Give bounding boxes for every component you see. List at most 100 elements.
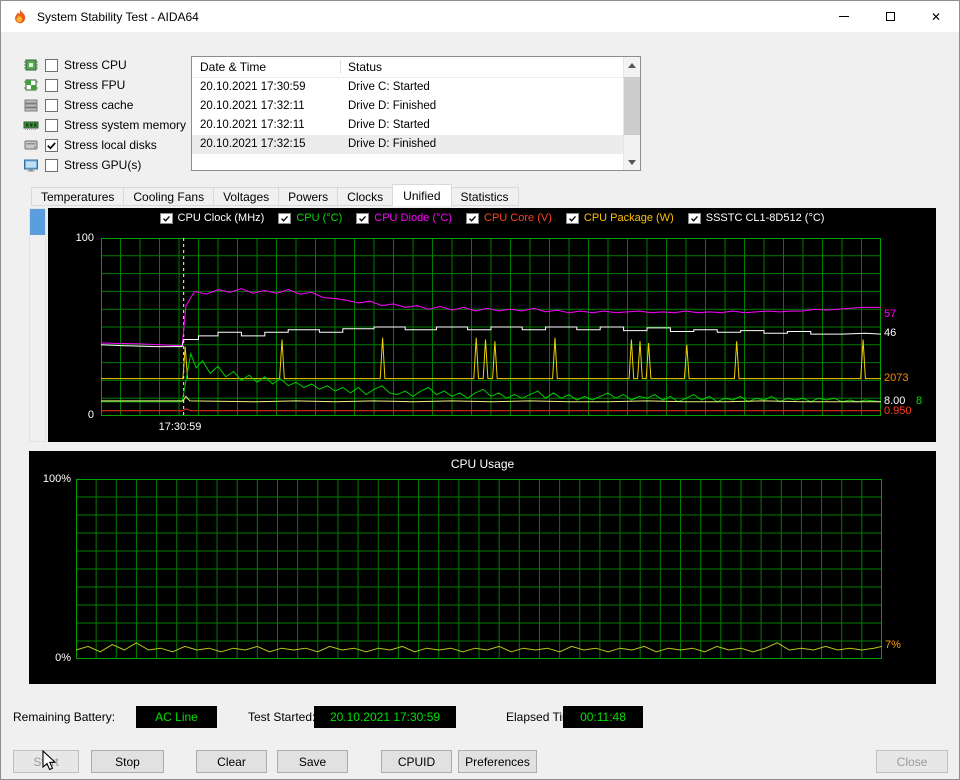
maximize-button[interactable] [867, 1, 913, 32]
log-status: Drive D: Started [348, 119, 430, 131]
tab-unified[interactable]: Unified [392, 184, 452, 206]
save-button[interactable]: Save [277, 750, 348, 773]
cpu-usage-panel: CPU Usage 100% 0% 7% [29, 451, 936, 684]
log-row[interactable]: 20.10.2021 17:30:59 Drive C: Started [192, 78, 623, 97]
legend-label: CPU Clock (MHz) [177, 212, 265, 224]
legend-item-cpu-clock-mhz: CPU Clock (MHz) [159, 212, 265, 224]
battery-label: Remaining Battery: [13, 710, 116, 724]
triangle-down-icon [628, 159, 636, 165]
tab-powers[interactable]: Powers [278, 187, 339, 206]
stress-option-label: Stress cache [64, 98, 134, 112]
bottom-button-row: Start Stop Clear Save CPUID Preferences Close [1, 750, 960, 773]
log-datetime: 20.10.2021 17:32:11 [200, 119, 305, 131]
usage-y-max-label: 100% [42, 473, 71, 485]
log-datetime: 20.10.2021 17:32:11 [200, 100, 305, 112]
preferences-button[interactable]: Preferences [458, 750, 537, 773]
clear-button[interactable]: Clear [196, 750, 267, 773]
log-row[interactable]: 20.10.2021 17:32:15 Drive D: Finished [192, 135, 623, 154]
log-row[interactable]: 20.10.2021 17:32:11 Drive D: Finished [192, 97, 623, 116]
tab-cooling-fans[interactable]: Cooling Fans [123, 187, 215, 206]
legend-checkbox[interactable] [278, 212, 292, 224]
window-controls: ✕ [821, 1, 959, 32]
log-datetime: 20.10.2021 17:32:15 [200, 138, 306, 150]
log-column-status[interactable]: Status [348, 60, 382, 74]
y-axis-min-label: 0 [87, 409, 94, 421]
unified-chart-plot [101, 238, 881, 416]
cpu-usage-plot [76, 479, 882, 659]
scroll-up-button[interactable] [624, 57, 640, 73]
memory-icon [23, 117, 39, 133]
legend-label: CPU Core (V) [484, 212, 552, 224]
stop-button[interactable]: Stop [91, 750, 164, 773]
legend-item-cpu-diode-c: CPU Diode (°C) [356, 212, 452, 224]
stress-option-label: Stress GPU(s) [64, 158, 142, 172]
test-started-label: Test Started: [248, 710, 316, 724]
x-axis-start-label: 17:30:59 [158, 421, 202, 433]
log-datetime: 20.10.2021 17:30:59 [200, 81, 306, 93]
log-rows: 20.10.2021 17:30:59 Drive C: Started 20.10… [192, 78, 623, 154]
tab-strip: Temperatures Cooling Fans Voltages Powers Cl… [31, 184, 519, 206]
series-value-label: 7% [885, 639, 901, 652]
cpuid-button[interactable]: CPUID [381, 750, 452, 773]
legend-item-ssstc-cl1-8d512-c: SSSTC CL1-8D512 (°C) [687, 212, 824, 224]
log-scrollbar-thumb[interactable] [624, 77, 640, 135]
tab-temperatures[interactable]: Temperatures [31, 187, 125, 206]
battery-value: AC Line [136, 706, 217, 728]
cpu-icon [23, 57, 39, 73]
tab-statistics[interactable]: Statistics [450, 187, 519, 206]
stress-option-stress-system-memory: Stress system memory [23, 115, 186, 135]
chart-scrollbar-thumb[interactable] [30, 209, 45, 235]
log-status: Drive D: Finished [348, 100, 437, 112]
tab-clocks[interactable]: Clocks [337, 187, 394, 206]
flame-icon [11, 8, 29, 26]
legend-checkbox[interactable] [565, 212, 579, 224]
log-status: Drive D: Finished [348, 138, 437, 150]
elapsed-time-value: 00:11:48 [563, 706, 643, 728]
log-table-header: Date & Time Status [192, 57, 640, 78]
legend-checkbox[interactable] [356, 212, 370, 224]
log-row[interactable]: 20.10.2021 17:32:11 Drive D: Started [192, 116, 623, 135]
stress-gpu-s-checkbox[interactable] [45, 158, 58, 172]
close-button[interactable]: Close [876, 750, 948, 773]
minimize-icon [839, 16, 849, 17]
series-value-label: 2073 [884, 371, 909, 384]
legend-checkbox[interactable] [687, 212, 701, 224]
legend-checkbox[interactable] [466, 212, 480, 224]
stress-cache-checkbox[interactable] [45, 98, 58, 112]
legend-item-cpu-core-v: CPU Core (V) [466, 212, 552, 224]
stress-system-memory-checkbox[interactable] [45, 118, 58, 132]
cache-icon [23, 97, 39, 113]
legend-label: CPU (°C) [296, 212, 343, 224]
triangle-up-icon [628, 62, 636, 68]
stress-option-label: Stress CPU [64, 58, 127, 72]
log-column-datetime[interactable]: Date & Time [200, 60, 266, 74]
status-bar: Remaining Battery: AC Line Test Started:… [1, 706, 960, 728]
log-scrollbar[interactable] [623, 57, 640, 170]
stress-local-disks-checkbox[interactable] [45, 138, 58, 152]
cpu-usage-title: CPU Usage [450, 457, 515, 471]
usage-y-min-label: 0% [55, 652, 71, 664]
legend-item-cpu-package-w: CPU Package (W) [565, 212, 674, 224]
test-started-value: 20.10.2021 17:30:59 [314, 706, 456, 728]
stress-option-stress-gpu-s: Stress GPU(s) [23, 155, 186, 175]
legend-checkbox[interactable] [159, 212, 173, 224]
close-icon: ✕ [930, 9, 942, 24]
series-value-label: 46 [884, 327, 897, 340]
stress-option-label: Stress local disks [64, 138, 157, 152]
legend-label: CPU Package (W) [583, 212, 674, 224]
start-button[interactable]: Start [13, 750, 79, 773]
stress-option-stress-fpu: Stress FPU [23, 75, 186, 95]
tab-voltages[interactable]: Voltages [213, 187, 280, 206]
y-axis-max-label: 100 [75, 232, 94, 244]
window-title: System Stability Test - AIDA64 [37, 9, 199, 24]
maximize-icon [885, 12, 895, 21]
scroll-down-button[interactable] [624, 154, 640, 170]
stress-option-stress-cache: Stress cache [23, 95, 186, 115]
minimize-button[interactable] [821, 1, 867, 32]
titlebar: System Stability Test - AIDA64 ✕ [1, 1, 959, 32]
log-status: Drive C: Started [348, 81, 430, 93]
chart-vertical-scrollbar[interactable] [29, 208, 46, 442]
stress-cpu-checkbox[interactable] [45, 58, 58, 72]
close-button[interactable]: ✕ [913, 1, 959, 32]
stress-fpu-checkbox[interactable] [45, 78, 58, 92]
